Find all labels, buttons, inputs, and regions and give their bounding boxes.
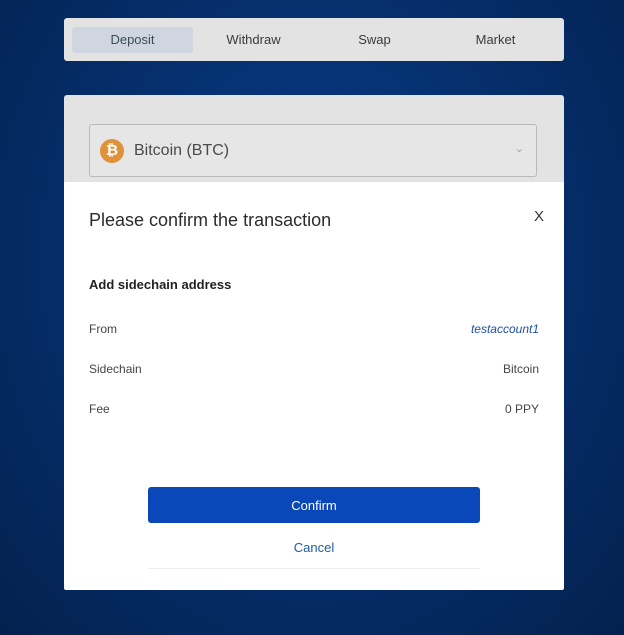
detail-value: Bitcoin	[502, 362, 539, 376]
from-account-link[interactable]: testaccount1	[471, 322, 539, 336]
divider	[148, 568, 480, 569]
detail-label: Fee	[89, 402, 110, 416]
detail-row-sidechain: Sidechain Bitcoin	[89, 362, 539, 376]
tab-deposit[interactable]: Deposit	[72, 26, 193, 53]
section-title: Add sidechain address	[89, 277, 232, 292]
nav-tabs: Deposit Withdraw Swap Market	[64, 18, 564, 61]
tab-market[interactable]: Market	[435, 27, 556, 53]
asset-select-label: Bitcoin (BTC)	[134, 141, 230, 159]
detail-value: 0 PPY	[504, 402, 539, 416]
cancel-button[interactable]: Cancel	[148, 540, 480, 555]
detail-label: Sidechain	[89, 362, 142, 376]
deposit-card: ₿ Bitcoin (BTC) ⌄	[64, 95, 564, 195]
confirm-button[interactable]: Confirm	[148, 487, 480, 523]
chevron-down-icon: ⌄	[514, 143, 524, 155]
detail-row-from: From testaccount1	[89, 322, 539, 336]
close-icon[interactable]: X	[534, 209, 544, 224]
detail-label: From	[89, 322, 117, 336]
asset-select[interactable]: ₿ Bitcoin (BTC) ⌄	[89, 124, 537, 177]
bitcoin-icon: ₿	[100, 138, 124, 163]
tab-withdraw[interactable]: Withdraw	[193, 27, 314, 53]
modal-title: Please confirm the transaction	[89, 210, 332, 230]
detail-row-fee: Fee 0 PPY	[89, 402, 539, 416]
tab-swap[interactable]: Swap	[314, 27, 435, 53]
confirm-transaction-modal: Please confirm the transaction X Add sid…	[64, 182, 564, 590]
